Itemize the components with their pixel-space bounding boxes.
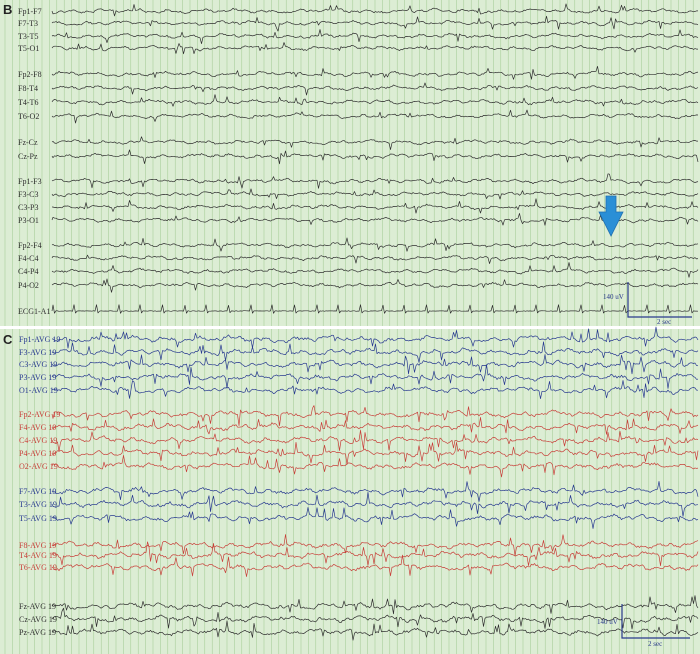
panel-c-channel-label: F8-AVG 19 — [19, 541, 56, 550]
panel-c-channel-label: F4-AVG 19 — [19, 423, 56, 432]
eeg-figure: Fp1-F7 F7-T3 T3-T5 T5-O1 Fp2-F8 F8-T4 T4-T6 T6-… — [0, 0, 700, 654]
panel-c-channel-label: T3-AVG 19 — [19, 500, 57, 509]
panel-b-channel-label: Cz-Pz — [18, 152, 38, 161]
panel-c-channel-label: F7-AVG 19 — [19, 487, 56, 496]
panel-b-scale-amplitude: 140 uV — [603, 293, 624, 301]
panel-c-letter: C — [3, 332, 13, 347]
panel-b-channel-label: P3-O1 — [18, 216, 39, 225]
panel-b-channel-label: Fp2-F8 — [18, 70, 42, 79]
panel-c-channel-label: Cz-AVG 19 — [19, 615, 57, 624]
panel-c-channel-label: Pz-AVG 19 — [19, 628, 56, 637]
panel-c-channel-label: Fz-AVG 19 — [19, 602, 56, 611]
panel-c-channel-label: P4-AVG 19 — [19, 449, 56, 458]
panel-b-channel-label: P4-O2 — [18, 281, 39, 290]
panel-c-channel-label: P3-AVG 19 — [19, 373, 56, 382]
panel-b-channel-label: ECG1-A1 — [18, 307, 50, 316]
panel-c-channel-label: T5-AVG 19 — [19, 514, 57, 523]
panel-c-channel-label: T6-AVG 19 — [19, 563, 57, 572]
panel-b-channel-label: F8-T4 — [18, 84, 38, 93]
panel-c-channel-label: F3-AVG 19 — [19, 348, 56, 357]
panel-b-channel-label: Fp1-F3 — [18, 177, 42, 186]
panel-b-channel-label: T4-T6 — [18, 98, 38, 107]
panel-c-channel-label: T4-AVG 19 — [19, 551, 57, 560]
panel-b-channel-label: T5-O1 — [18, 44, 39, 53]
panel-c-channel-label: O2-AVG 19 — [19, 462, 58, 471]
panel-b-background — [0, 0, 700, 326]
panel-c-channel-label: Fp1-AVG 19 — [19, 335, 60, 344]
panel-c-channel-label: C3-AVG 19 — [19, 360, 57, 369]
panel-b-channel-label: T3-T5 — [18, 32, 38, 41]
panel-b-channel-label: F7-T3 — [18, 19, 38, 28]
panel-c: Fp1-AVG 19 F3-AVG 19 C3-AVG 19 P3-AVG 19 O1-… — [0, 326, 700, 654]
panel-b: Fp1-F7 F7-T3 T3-T5 T5-O1 Fp2-F8 F8-T4 T4-T6 T6-… — [0, 0, 700, 326]
panel-c-channel-label: O1-AVG 19 — [19, 386, 58, 395]
panel-c-scale-amplitude: 140 uV — [597, 618, 618, 626]
panel-c-channel-label: Fp2-AVG 19 — [19, 410, 60, 419]
panel-b-channel-label: Fp2-F4 — [18, 241, 42, 250]
panel-b-channel-label: C3-P3 — [18, 203, 38, 212]
panel-b-scale-time: 2 sec — [657, 318, 671, 326]
panel-b-channel-label: T6-O2 — [18, 112, 39, 121]
panel-c-channel-label: C4-AVG 19 — [19, 436, 57, 445]
panel-b-channel-label: F3-C3 — [18, 190, 38, 199]
panel-b-letter: B — [3, 2, 12, 17]
panel-b-channel-label: Fz-Cz — [18, 138, 38, 147]
panel-c-scale-time: 2 sec — [648, 640, 662, 648]
panel-b-channel-label: C4-P4 — [18, 267, 38, 276]
panel-b-channel-label: Fp1-F7 — [18, 7, 42, 16]
panel-b-channel-label: F4-C4 — [18, 254, 38, 263]
